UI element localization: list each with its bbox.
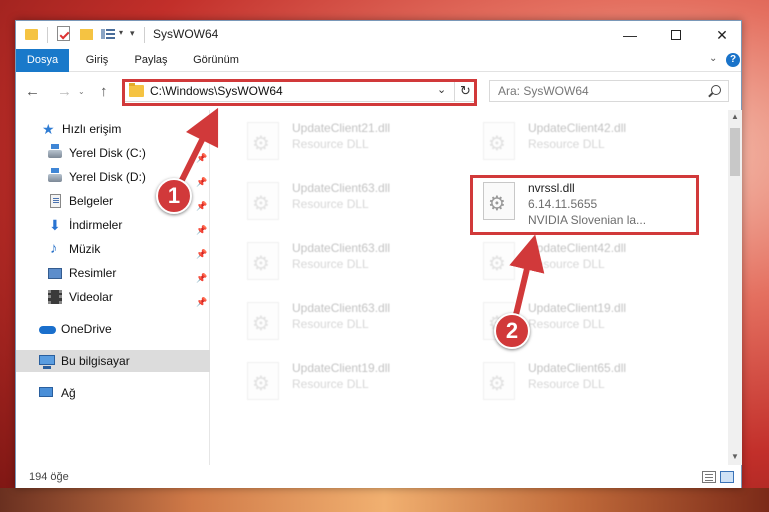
step-2-badge: 2 [494,313,530,349]
annotation-arrows [173,107,545,325]
step-1-badge: 1 [156,178,192,214]
